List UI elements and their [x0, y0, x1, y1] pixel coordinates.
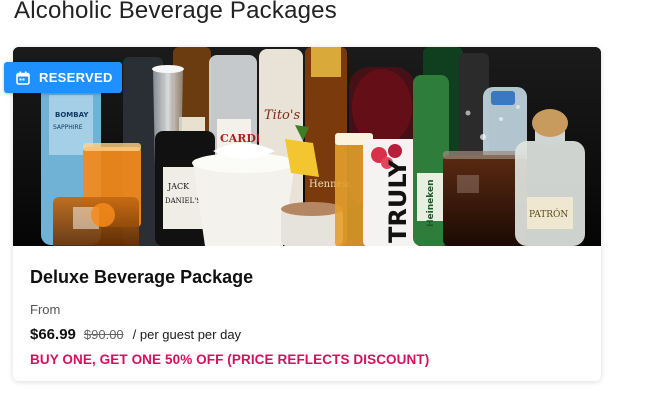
price-unit: / per guest per day: [132, 327, 242, 342]
reserved-badge: RESERVED: [4, 62, 122, 93]
from-label: From: [30, 302, 61, 317]
svg-text:TRULY: TRULY: [384, 159, 412, 243]
price-current: $66.99: [30, 326, 76, 343]
price-row: $66.99 $90.00 / per guest per day: [30, 325, 590, 345]
page-title: Alcoholic Beverage Packages: [14, 0, 337, 24]
badge-label: RESERVED: [39, 70, 113, 85]
svg-text:Heineken: Heineken: [426, 180, 436, 228]
svg-text:PATRÓN: PATRÓN: [529, 208, 568, 220]
bottle: [515, 141, 585, 246]
pina-colada-glass: [193, 163, 295, 246]
svg-text:BOMBAY: BOMBAY: [55, 111, 89, 119]
price-original: $90.00: [83, 327, 124, 342]
svg-text:SAPPHIRE: SAPPHIRE: [53, 124, 83, 131]
package-title[interactable]: Deluxe Beverage Package: [30, 265, 590, 289]
card-body: Deluxe Beverage Package From $66.99 $90.…: [30, 265, 590, 370]
promo-text: BUY ONE, GET ONE 50% OFF (PRICE REFLECTS…: [30, 352, 430, 367]
cola-glass: [443, 155, 527, 246]
svg-text:JACK: JACK: [167, 182, 190, 191]
svg-text:Tito's: Tito's: [264, 108, 300, 123]
svg-text:DANIEL'S: DANIEL'S: [165, 197, 201, 205]
svg-text:CARDI: CARDI: [220, 132, 261, 145]
calendar-icon: [16, 71, 30, 85]
beverage-package-card[interactable]: CARDI Tito's Hennessy BOMBAY SAPPHIRE JA…: [4, 47, 601, 381]
